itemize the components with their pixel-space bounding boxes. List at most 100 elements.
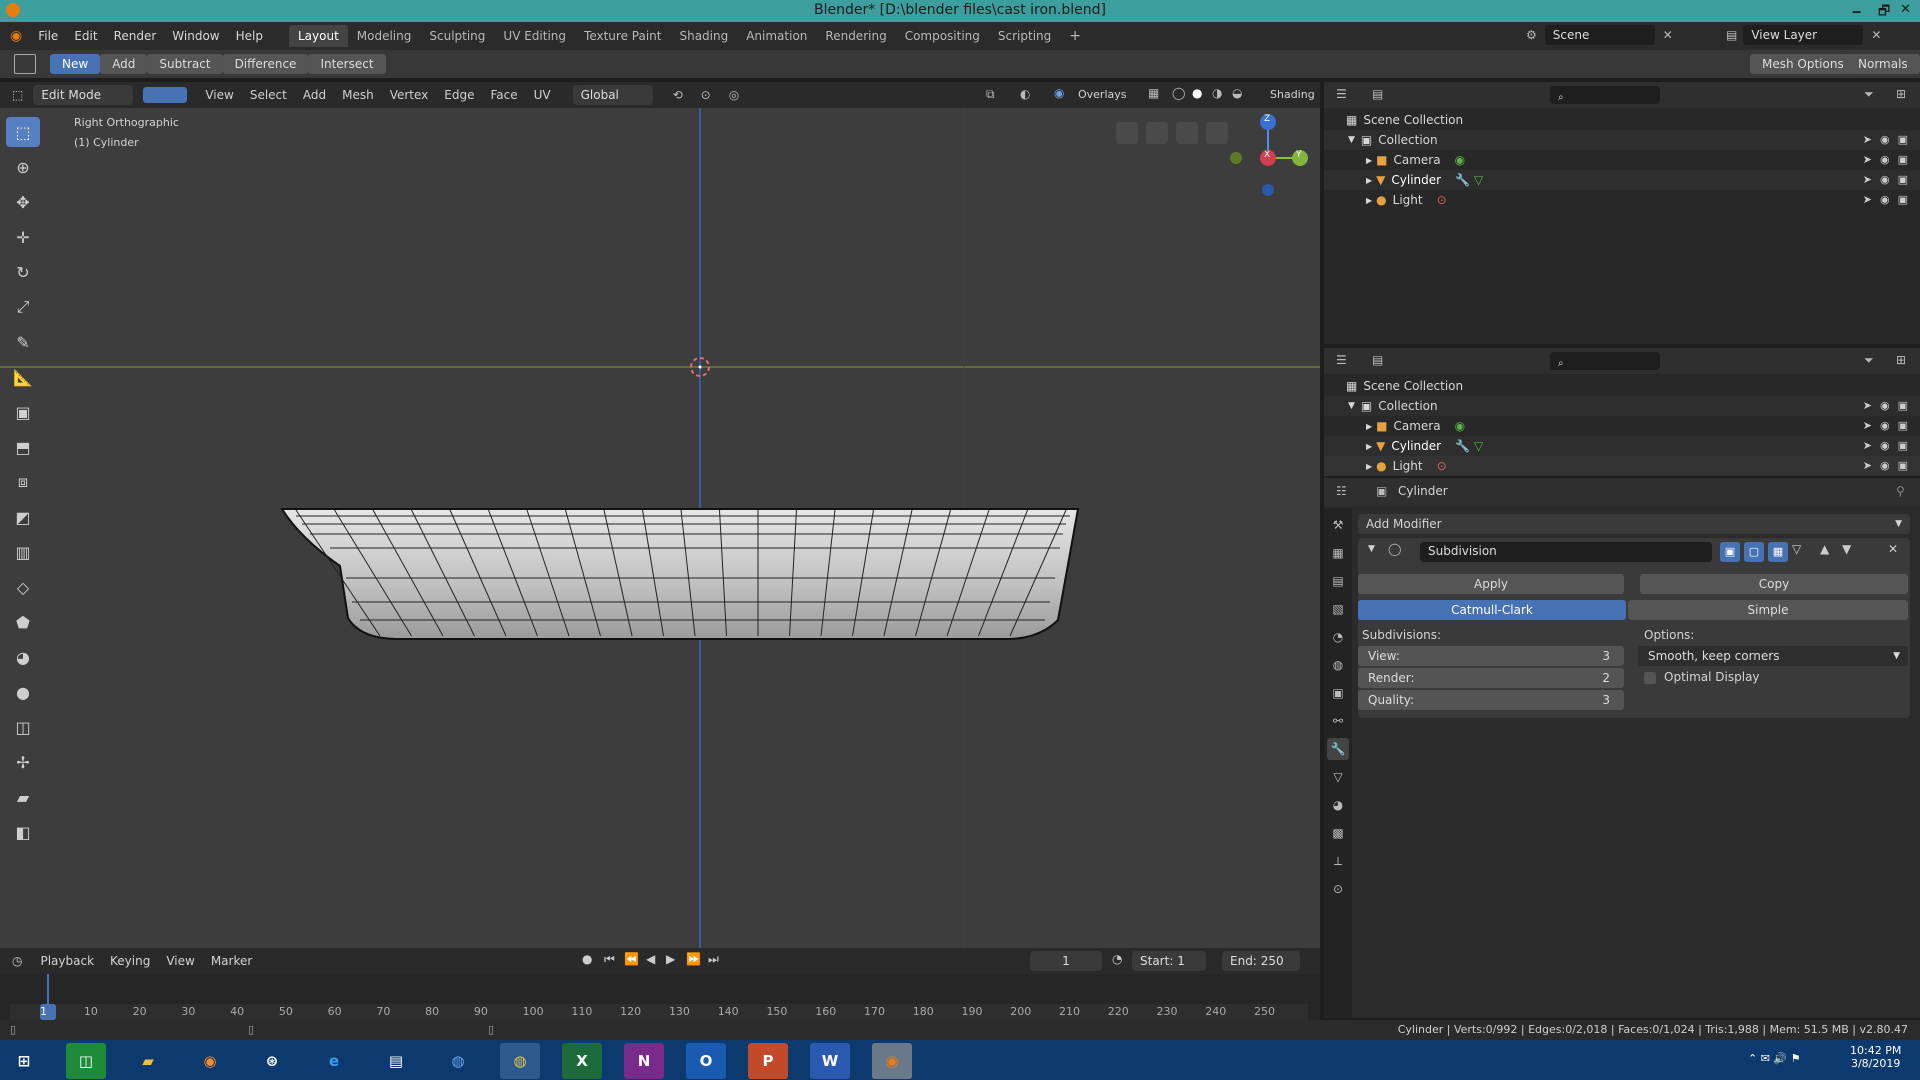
- mesh-options-dropdown[interactable]: Mesh Options: [1750, 54, 1856, 74]
- tab-uv-editing[interactable]: UV Editing: [494, 25, 575, 47]
- wireframe-shading-icon[interactable]: ◯: [1172, 86, 1185, 100]
- tree-cylinder[interactable]: ▶ ▼ Cylinder 🔧 ▽ ➤ ◉ ▣: [1324, 436, 1920, 456]
- onenote-icon[interactable]: N: [624, 1043, 664, 1079]
- spin-icon[interactable]: ◕: [6, 642, 40, 672]
- view-layer-tab-icon[interactable]: ▧: [1327, 598, 1349, 620]
- viewport-overlay-icon[interactable]: ⧉: [986, 87, 995, 102]
- shear-icon[interactable]: ▰: [6, 782, 40, 812]
- visibility-icon[interactable]: ◐: [1020, 87, 1030, 101]
- tool-tab-icon[interactable]: ⚒: [1327, 514, 1349, 536]
- outliner-editor-icon[interactable]: ☰: [1336, 353, 1347, 367]
- poly-build-icon[interactable]: ⬟: [6, 607, 40, 637]
- tree-light[interactable]: ▶ ● Light ⊙ ➤ ◉ ▣: [1324, 190, 1920, 210]
- jump-end-icon[interactable]: ⏭: [708, 952, 719, 967]
- new-collection-icon[interactable]: ⊞: [1896, 87, 1906, 101]
- vp-menu-face[interactable]: Face: [482, 88, 525, 102]
- menu-help[interactable]: Help: [228, 29, 271, 43]
- outliner-editor-icon[interactable]: ☰: [1336, 87, 1347, 101]
- display-mode-icon[interactable]: ▤: [1372, 353, 1383, 367]
- render-toggle-icon[interactable]: ▦: [1768, 542, 1788, 562]
- scene-field[interactable]: Scene: [1544, 25, 1655, 45]
- camera-render-icon[interactable]: ▣: [1898, 193, 1908, 206]
- expand-icon[interactable]: ▼: [1348, 135, 1355, 145]
- camera-view-icon[interactable]: [1146, 122, 1168, 144]
- menu-file[interactable]: File: [30, 29, 66, 43]
- normals-dropdown[interactable]: Normals: [1846, 54, 1920, 74]
- eye-icon[interactable]: ◉: [1880, 153, 1890, 166]
- view-layer-field[interactable]: View Layer: [1743, 25, 1864, 45]
- proportional-edit-icon[interactable]: ◎: [729, 88, 739, 102]
- cage-toggle-icon[interactable]: ▽: [1792, 542, 1801, 556]
- timeline-editor-icon[interactable]: ◷: [12, 954, 22, 968]
- menu-window[interactable]: Window: [164, 29, 227, 43]
- eye-icon[interactable]: ◉: [1880, 193, 1890, 206]
- vp-menu-vertex[interactable]: Vertex: [382, 88, 437, 102]
- cast-iron-pan-mesh[interactable]: [280, 508, 1080, 640]
- end-frame-field[interactable]: End: 250: [1222, 951, 1300, 971]
- smooth-icon[interactable]: ●: [6, 677, 40, 707]
- vp-menu-edge[interactable]: Edge: [436, 88, 482, 102]
- eye-icon[interactable]: ◉: [1880, 173, 1890, 186]
- eye-icon[interactable]: ◉: [1880, 419, 1890, 432]
- camera-render-icon[interactable]: ▣: [1898, 133, 1908, 146]
- internet-explorer-icon[interactable]: e: [314, 1043, 354, 1079]
- move-icon[interactable]: ✥: [6, 187, 40, 217]
- current-frame-field[interactable]: 1: [1030, 951, 1102, 971]
- shading-dropdown[interactable]: Shading: [1270, 88, 1315, 101]
- select-box-icon[interactable]: ⬚: [6, 117, 40, 147]
- rip-icon[interactable]: ◧: [6, 817, 40, 847]
- vp-menu-select[interactable]: Select: [242, 88, 295, 102]
- chrome-alt-icon[interactable]: ◍: [438, 1043, 478, 1079]
- tab-texture-paint[interactable]: Texture Paint: [575, 25, 670, 47]
- vp-menu-add[interactable]: Add: [295, 88, 334, 102]
- close-button[interactable]: ✕: [1900, 2, 1911, 17]
- expand-icon[interactable]: ▶: [1366, 422, 1372, 431]
- pin-icon[interactable]: ⚲: [1896, 484, 1905, 498]
- zoom-icon[interactable]: [1206, 122, 1228, 144]
- restore-button[interactable]: 🗗: [1878, 2, 1890, 24]
- notepad-icon[interactable]: ▤: [376, 1043, 416, 1079]
- filter-icon[interactable]: ⏷: [1864, 353, 1874, 368]
- keying-dropdown[interactable]: Keying: [102, 954, 158, 968]
- blender-taskbar-icon[interactable]: ◉: [872, 1043, 912, 1079]
- vp-menu-mesh[interactable]: Mesh: [334, 88, 382, 102]
- tree-collection[interactable]: ▼ ▣ Collection ➤ ◉ ▣: [1324, 130, 1920, 150]
- tab-rendering[interactable]: Rendering: [816, 25, 895, 47]
- bevel-icon[interactable]: ◩: [6, 502, 40, 532]
- move-up-icon[interactable]: ▲: [1820, 542, 1829, 556]
- snap-icon[interactable]: ⊙: [701, 88, 711, 102]
- add-modifier-dropdown[interactable]: Add Modifier ▼: [1358, 514, 1910, 534]
- tab-animation[interactable]: Animation: [737, 25, 816, 47]
- firefox-icon[interactable]: ◉: [190, 1043, 230, 1079]
- constraints-tab-icon[interactable]: ⚯: [1327, 710, 1349, 732]
- camera-render-icon[interactable]: ▣: [1898, 439, 1908, 452]
- apply-button[interactable]: Apply: [1358, 574, 1624, 594]
- properties-editor-icon[interactable]: ☷: [1336, 484, 1347, 498]
- jump-keyframe-back-icon[interactable]: ⏪: [624, 952, 639, 966]
- clock[interactable]: 10:42 PM 3/8/2019: [1850, 1044, 1901, 1070]
- outliner-search-input[interactable]: ⌕: [1550, 352, 1660, 370]
- tree-camera[interactable]: ▶ ■ Camera ◉ ➤ ◉ ▣: [1324, 150, 1920, 170]
- mode-dropdown[interactable]: Edit Mode: [33, 85, 134, 105]
- blender-menu-icon[interactable]: ◉: [10, 28, 22, 44]
- chrome-icon[interactable]: ◍: [500, 1043, 540, 1079]
- steam-icon[interactable]: ⊛: [252, 1043, 292, 1079]
- object-tab-icon[interactable]: ▣: [1327, 682, 1349, 704]
- menu-edit[interactable]: Edit: [66, 29, 105, 43]
- selectable-icon[interactable]: ➤: [1863, 459, 1872, 472]
- tree-camera[interactable]: ▶ ■ Camera ◉ ➤ ◉ ▣: [1324, 416, 1920, 436]
- camera-render-icon[interactable]: ▣: [1898, 459, 1908, 472]
- render-tab-icon[interactable]: ▦: [1327, 542, 1349, 564]
- expand-icon[interactable]: ▶: [1366, 176, 1372, 185]
- move-arrows-icon[interactable]: ✛: [6, 222, 40, 252]
- file-explorer-icon[interactable]: ▰: [128, 1043, 168, 1079]
- output-tab-icon[interactable]: ▤: [1327, 570, 1349, 592]
- tab-layout[interactable]: Layout: [288, 25, 348, 47]
- ortho-toggle-icon[interactable]: [1116, 122, 1138, 144]
- solid-shading-icon[interactable]: ●: [1192, 86, 1202, 100]
- material-tab-icon[interactable]: ◕: [1327, 794, 1349, 816]
- marker-menu[interactable]: Marker: [203, 954, 260, 968]
- filter-icon[interactable]: ⏷: [1864, 87, 1874, 102]
- powerpoint-icon[interactable]: P: [748, 1043, 788, 1079]
- scene-tab-icon[interactable]: ◔: [1327, 626, 1349, 648]
